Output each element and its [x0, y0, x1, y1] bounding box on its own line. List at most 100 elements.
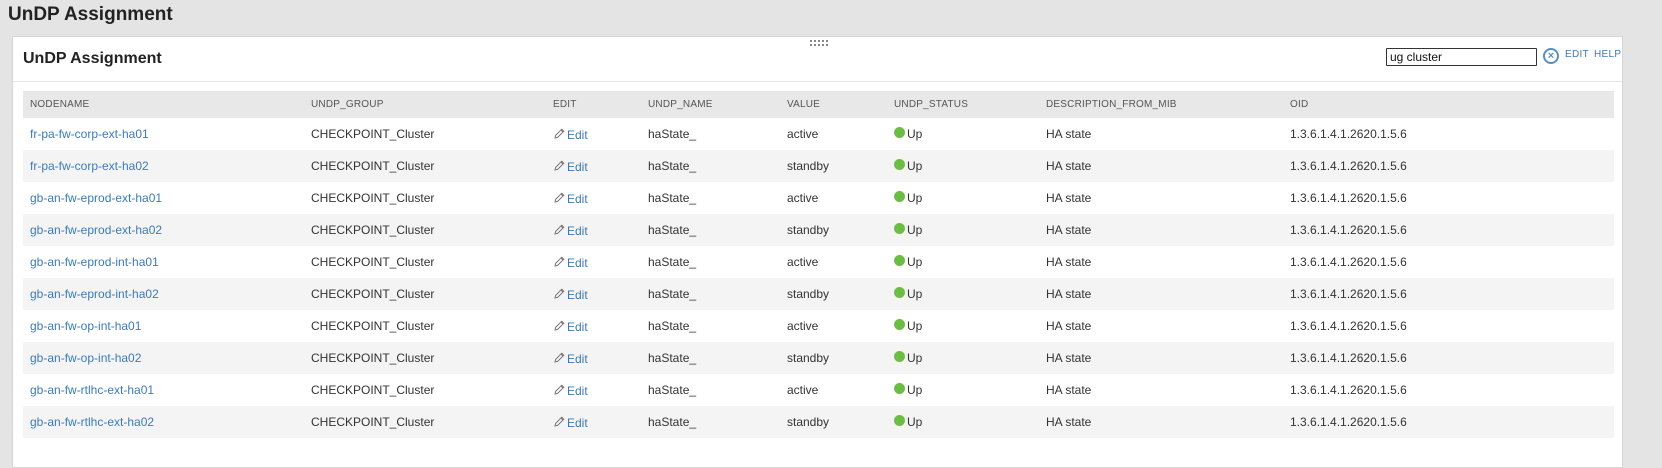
cell-status: Up — [887, 374, 1039, 406]
cell-undp-name: haState_ — [641, 342, 780, 374]
cell-description: HA state — [1046, 383, 1092, 397]
cell-description: HA state — [1039, 278, 1283, 310]
panel-divider — [13, 81, 1622, 82]
edit-button[interactable]: Edit — [553, 256, 588, 270]
status-label: Up — [907, 223, 923, 237]
cell-oid: 1.3.6.1.4.1.2620.1.5.6 — [1290, 319, 1407, 333]
cell-edit: Edit — [546, 182, 641, 214]
cell-value: active — [787, 319, 819, 333]
cell-value: active — [787, 191, 819, 205]
edit-label: Edit — [567, 319, 588, 334]
table-row: gb-an-fw-op-int-ha02 CHECKPOINT_Cluster Ed… — [23, 342, 1614, 374]
status-label: Up — [907, 383, 923, 397]
column-header-undp-name[interactable]: UNDP_NAME — [641, 91, 780, 118]
cell-description: HA state — [1039, 342, 1283, 374]
cell-undp-name: haState_ — [648, 127, 697, 141]
cell-edit: Edit — [546, 278, 641, 310]
cell-edit: Edit — [546, 406, 641, 438]
column-header-undp-status[interactable]: UNDP_STATUS — [887, 91, 1039, 118]
pencil-icon — [553, 287, 567, 302]
cell-nodename: gb-an-fw-op-int-ha02 — [23, 342, 304, 374]
cell-value: active — [787, 127, 819, 141]
cell-status: Up — [887, 310, 1039, 342]
cell-description: HA state — [1046, 127, 1092, 141]
cell-undp-name: haState_ — [648, 255, 697, 269]
node-link[interactable]: gb-an-fw-eprod-int-ha01 — [30, 255, 159, 269]
column-header-edit[interactable]: EDIT — [546, 91, 641, 118]
node-link[interactable]: gb-an-fw-eprod-int-ha02 — [30, 287, 159, 301]
cell-nodename: gb-an-fw-rtlhc-ext-ha01 — [23, 374, 304, 406]
table-row: gb-an-fw-op-int-ha01 CHECKPOINT_Cluster Ed… — [23, 310, 1614, 342]
panel-header-links: EDIT HELP — [1565, 49, 1626, 60]
node-link[interactable]: gb-an-fw-rtlhc-ext-ha01 — [30, 383, 154, 397]
cell-nodename: gb-an-fw-eprod-int-ha02 — [23, 278, 304, 310]
edit-panel-link[interactable]: EDIT — [1565, 49, 1589, 60]
status-up-icon — [894, 319, 905, 330]
column-header-value[interactable]: VALUE — [780, 91, 887, 118]
pencil-icon — [553, 415, 567, 430]
edit-button[interactable]: Edit — [553, 128, 588, 142]
help-link[interactable]: HELP — [1594, 49, 1621, 60]
status-label: Up — [907, 351, 923, 365]
cell-oid: 1.3.6.1.4.1.2620.1.5.6 — [1290, 191, 1407, 205]
pencil-icon — [553, 223, 567, 238]
cell-oid: 1.3.6.1.4.1.2620.1.5.6 — [1283, 214, 1614, 246]
edit-button[interactable]: Edit — [553, 384, 588, 398]
cell-status: Up — [887, 246, 1039, 278]
cell-description: HA state — [1039, 406, 1283, 438]
edit-button[interactable]: Edit — [553, 192, 588, 206]
cell-nodename: gb-an-fw-eprod-int-ha01 — [23, 246, 304, 278]
table-row: gb-an-fw-eprod-ext-ha02 CHECKPOINT_Cluste… — [23, 214, 1614, 246]
table-row: gb-an-fw-eprod-int-ha02 CHECKPOINT_Cluste… — [23, 278, 1614, 310]
cell-description: HA state — [1039, 214, 1283, 246]
pencil-icon — [553, 319, 567, 334]
cell-nodename: gb-an-fw-rtlhc-ext-ha02 — [23, 406, 304, 438]
cell-undp-name: haState_ — [641, 214, 780, 246]
node-link[interactable]: gb-an-fw-eprod-ext-ha01 — [30, 191, 162, 205]
pencil-icon — [553, 191, 567, 206]
table-header-row: NODENAME UNDP_GROUP EDIT UNDP_NAME VALUE… — [23, 91, 1614, 118]
cell-status: Up — [887, 214, 1039, 246]
cell-status: Up — [887, 118, 1039, 150]
cell-nodename: gb-an-fw-op-int-ha01 — [23, 310, 304, 342]
status-label: Up — [907, 287, 923, 301]
node-link[interactable]: gb-an-fw-op-int-ha01 — [30, 319, 141, 333]
cell-value: standby — [780, 342, 887, 374]
cell-undp-group: CHECKPOINT_Cluster — [311, 255, 435, 269]
node-link[interactable]: gb-an-fw-op-int-ha02 — [30, 351, 141, 365]
edit-button[interactable]: Edit — [553, 352, 588, 366]
status-label: Up — [907, 159, 923, 173]
pencil-icon — [553, 127, 567, 142]
cell-value: standby — [780, 278, 887, 310]
clear-search-icon[interactable]: × — [1543, 48, 1559, 64]
edit-button[interactable]: Edit — [553, 320, 588, 334]
node-link[interactable]: fr-pa-fw-corp-ext-ha01 — [30, 127, 149, 141]
column-header-description[interactable]: DESCRIPTION_FROM_MIB — [1039, 91, 1283, 118]
node-link[interactable]: gb-an-fw-eprod-ext-ha02 — [30, 223, 162, 237]
cell-nodename: fr-pa-fw-corp-ext-ha01 — [23, 118, 304, 150]
edit-button[interactable]: Edit — [553, 416, 588, 430]
table-row: gb-an-fw-rtlhc-ext-ha01 CHECKPOINT_Cluste… — [23, 374, 1614, 406]
edit-button[interactable]: Edit — [553, 288, 588, 302]
cell-status: Up — [887, 150, 1039, 182]
column-header-undp-group[interactable]: UNDP_GROUP — [304, 91, 546, 118]
drag-handle-icon[interactable] — [810, 40, 830, 48]
pencil-icon — [553, 159, 567, 174]
status-up-icon — [894, 383, 905, 394]
column-header-oid[interactable]: OID — [1283, 91, 1614, 118]
node-link[interactable]: fr-pa-fw-corp-ext-ha02 — [30, 159, 149, 173]
column-header-nodename[interactable]: NODENAME — [23, 91, 304, 118]
cell-description: HA state — [1039, 150, 1283, 182]
search-input[interactable] — [1386, 48, 1537, 66]
edit-label: Edit — [567, 255, 588, 270]
status-up-icon — [894, 223, 905, 234]
node-link[interactable]: gb-an-fw-rtlhc-ext-ha02 — [30, 415, 154, 429]
status-up-icon — [894, 159, 905, 170]
edit-button[interactable]: Edit — [553, 160, 588, 174]
cell-value: standby — [780, 406, 887, 438]
cell-oid: 1.3.6.1.4.1.2620.1.5.6 — [1290, 383, 1407, 397]
cell-oid: 1.3.6.1.4.1.2620.1.5.6 — [1283, 406, 1614, 438]
edit-label: Edit — [567, 351, 588, 366]
edit-button[interactable]: Edit — [553, 224, 588, 238]
cell-undp-group: CHECKPOINT_Cluster — [311, 127, 435, 141]
